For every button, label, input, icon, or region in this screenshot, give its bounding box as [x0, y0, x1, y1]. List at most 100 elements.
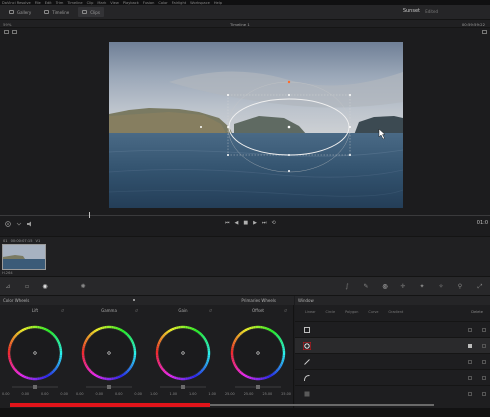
gamma-b[interactable]: 0.00 — [134, 392, 142, 396]
primaries-icon[interactable]: ◉ — [42, 284, 48, 290]
view-mode-icon[interactable] — [4, 30, 9, 34]
polygon-tool[interactable]: Polygon — [345, 310, 358, 314]
offset-color-wheel[interactable] — [225, 314, 291, 392]
clip-thumbnail[interactable] — [2, 244, 46, 270]
mask-toggle[interactable] — [482, 328, 486, 332]
offset-g[interactable]: 25.00 — [263, 392, 273, 396]
lift-g[interactable]: 0.00 — [41, 392, 49, 396]
scrubber-track[interactable] — [0, 215, 490, 216]
menu-mark[interactable]: Mark — [97, 1, 106, 5]
mask-toggle[interactable] — [482, 392, 486, 396]
lift-color-wheel[interactable] — [2, 314, 68, 392]
menu-file[interactable]: File — [35, 1, 41, 5]
window-tools: Linear Circle Polygon Curve Gradient — [305, 310, 403, 314]
mask-toggle[interactable] — [482, 360, 486, 364]
gain-r[interactable]: 1.00 — [169, 392, 177, 396]
gamma-g[interactable]: 0.00 — [115, 392, 123, 396]
hdr-icon[interactable]: ✺ — [80, 284, 86, 290]
clips-button[interactable]: Clips — [78, 7, 104, 17]
curves-icon[interactable]: ∫ — [344, 284, 350, 290]
key-icon[interactable]: ⚲ — [457, 284, 463, 290]
lift-b[interactable]: 0.00 — [60, 392, 68, 396]
play-icon[interactable]: ▶ — [253, 220, 257, 226]
menu-workspace[interactable]: Workspace — [190, 1, 210, 5]
gamma-color-wheel[interactable] — [76, 314, 142, 392]
mask-toggle[interactable] — [482, 344, 486, 348]
sizing-icon[interactable]: ⤢ — [477, 284, 483, 290]
chevron-down-icon[interactable] — [16, 221, 22, 227]
go-to-end-icon[interactable]: ⏭ — [262, 220, 267, 226]
lift-y[interactable]: 0.00 — [2, 392, 10, 396]
menu-edit[interactable]: Edit — [45, 1, 52, 5]
wheel-mode-select[interactable]: Primaries Wheels — [241, 298, 276, 303]
go-to-start-icon[interactable]: ⏮ — [225, 220, 230, 226]
gain-g[interactable]: 1.00 — [189, 392, 197, 396]
viewer-options-icon[interactable] — [4, 221, 12, 227]
menu-playback[interactable]: Playback — [123, 1, 139, 5]
gain-color-wheel[interactable] — [150, 314, 216, 392]
magic-mask-icon[interactable]: ✦ — [419, 284, 425, 290]
reverse-icon[interactable]: ◀ — [235, 220, 239, 226]
offset-b[interactable]: 25.00 — [281, 392, 291, 396]
gallery-button[interactable]: Gallery — [5, 7, 35, 17]
tracker-icon[interactable]: ✛ — [400, 284, 406, 290]
video-progress-bar[interactable] — [10, 403, 210, 407]
timeline-name[interactable]: Timeline 1 — [230, 22, 250, 27]
transport-bar: ⏮ ◀ ■ ▶ ⏭ ⟲ 01:0 — [0, 211, 490, 236]
invert-toggle[interactable] — [468, 328, 472, 332]
clip-thumbnail-image — [3, 245, 45, 269]
menu-fairlight[interactable]: Fairlight — [172, 1, 186, 5]
menu-clip[interactable]: Clip — [87, 1, 94, 5]
split-view-icon[interactable] — [12, 30, 17, 34]
invert-toggle[interactable] — [468, 360, 472, 364]
offset-reset-icon[interactable]: ↺ — [284, 308, 287, 313]
blur-icon[interactable]: ✧ — [438, 284, 444, 290]
linear-tool[interactable]: Linear — [305, 310, 316, 314]
color-warper-icon[interactable]: ⊿ — [5, 284, 11, 290]
menu-app[interactable]: DaVinci Resolve — [2, 1, 31, 5]
window-row-polygon[interactable] — [295, 353, 490, 369]
stop-icon[interactable]: ■ — [243, 220, 248, 226]
menu-trim[interactable]: Trim — [56, 1, 64, 5]
gradient-tool[interactable]: Gradient — [388, 310, 403, 314]
layer-icon[interactable]: ▫ — [24, 284, 30, 290]
window-row-gradient[interactable] — [295, 385, 490, 401]
gamma-reset-icon[interactable]: ↺ — [135, 308, 138, 313]
video-frame[interactable] — [109, 42, 403, 208]
window-row-linear[interactable] — [295, 321, 490, 337]
invert-toggle-active[interactable] — [468, 344, 472, 348]
invert-toggle[interactable] — [468, 376, 472, 380]
qualifier-icon[interactable]: ✎ — [363, 284, 369, 290]
offset-r[interactable]: 25.00 — [244, 392, 254, 396]
menu-fusion[interactable]: Fusion — [143, 1, 155, 5]
menu-help[interactable]: Help — [214, 1, 222, 5]
zoom-level[interactable]: 59% — [3, 22, 11, 27]
gamma-y[interactable]: 0.00 — [76, 392, 84, 396]
loop-icon[interactable]: ⟲ — [271, 220, 275, 226]
curve-tool[interactable]: Curve — [368, 310, 378, 314]
volume-icon[interactable] — [26, 221, 33, 227]
gain-b[interactable]: 1.00 — [208, 392, 216, 396]
gain-reset-icon[interactable]: ↺ — [209, 308, 212, 313]
delete-button[interactable]: Delete — [471, 310, 483, 314]
window-icon[interactable]: ◎ — [382, 284, 388, 290]
menu-view[interactable]: View — [110, 1, 119, 5]
lift-r[interactable]: 0.00 — [21, 392, 29, 396]
window-row-circle[interactable] — [295, 337, 490, 353]
lift-reset-icon[interactable]: ↺ — [61, 308, 64, 313]
viewer-options-icon[interactable] — [482, 30, 487, 34]
timeline-button[interactable]: Timeline — [40, 7, 73, 17]
playhead[interactable] — [89, 212, 90, 218]
menu-color[interactable]: Color — [158, 1, 167, 5]
menu-timeline[interactable]: Timeline — [67, 1, 82, 5]
panel-indicator — [133, 298, 135, 301]
invert-toggle[interactable] — [468, 392, 472, 396]
offset-wheel: Offset ↺ 25.00 25.00 25.00 25.00 — [225, 308, 291, 402]
circle-tool[interactable]: Circle — [326, 310, 336, 314]
mask-toggle[interactable] — [482, 376, 486, 380]
window-header: Window — [295, 296, 490, 305]
gamma-r[interactable]: 0.00 — [95, 392, 103, 396]
offset-y[interactable]: 25.00 — [225, 392, 235, 396]
gain-y[interactable]: 1.00 — [150, 392, 158, 396]
window-row-curve[interactable] — [295, 369, 490, 385]
